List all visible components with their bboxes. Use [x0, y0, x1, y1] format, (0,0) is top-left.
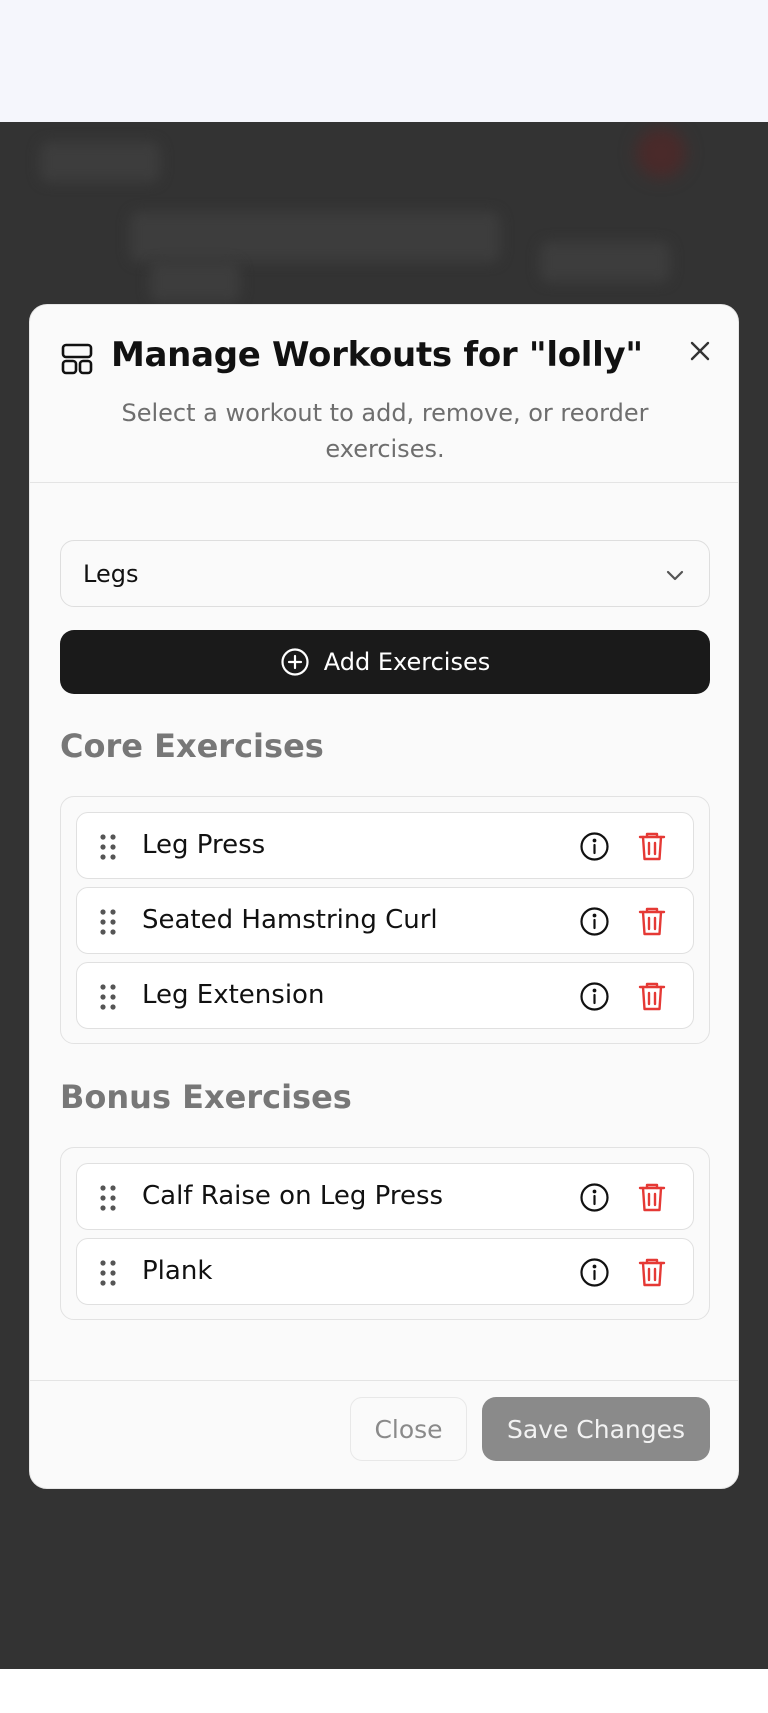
info-icon[interactable]: [579, 831, 610, 862]
exercise-row[interactable]: Leg Press: [76, 812, 694, 879]
close-icon[interactable]: [682, 333, 718, 369]
page-background-top: [0, 0, 768, 122]
drag-handle-icon[interactable]: [99, 983, 117, 1011]
page-background-bottom: [0, 1669, 768, 1713]
trash-icon[interactable]: [637, 1256, 667, 1288]
manage-workouts-dialog: Manage Workouts for "lolly" Select a wor…: [29, 304, 739, 1489]
exercise-name: Calf Raise on Leg Press: [142, 1181, 444, 1211]
info-icon[interactable]: [579, 906, 610, 937]
core-exercises-title: Core Exercises: [60, 727, 324, 765]
close-button[interactable]: Close: [350, 1397, 467, 1461]
blurred-background-heading: [130, 212, 500, 262]
exercise-name: Leg Press: [142, 830, 266, 860]
dialog-title: Manage Workouts for "lolly": [111, 335, 643, 375]
core-exercises-list: Leg Press Seated Hamstring Curl Leg Exte…: [60, 796, 710, 1044]
save-changes-button[interactable]: Save Changes: [482, 1397, 710, 1461]
plus-circle-icon: [281, 648, 309, 676]
workout-select[interactable]: Legs: [60, 540, 710, 607]
exercise-row[interactable]: Seated Hamstring Curl: [76, 887, 694, 954]
info-icon[interactable]: [579, 981, 610, 1012]
exercise-name: Plank: [142, 1256, 213, 1286]
layout-icon: [61, 343, 93, 375]
drag-handle-icon[interactable]: [99, 1259, 117, 1287]
blurred-background-element: [150, 262, 240, 302]
trash-icon[interactable]: [637, 905, 667, 937]
add-exercises-button[interactable]: Add Exercises: [60, 630, 710, 694]
exercise-row[interactable]: Plank: [76, 1238, 694, 1305]
drag-handle-icon[interactable]: [99, 1184, 117, 1212]
trash-icon[interactable]: [637, 1181, 667, 1213]
blurred-background-avatar: [636, 128, 686, 178]
exercise-row[interactable]: Calf Raise on Leg Press: [76, 1163, 694, 1230]
trash-icon[interactable]: [637, 980, 667, 1012]
workout-select-value: Legs: [83, 559, 139, 588]
drag-handle-icon[interactable]: [99, 833, 117, 861]
exercise-row[interactable]: Leg Extension: [76, 962, 694, 1029]
bonus-exercises-list: Calf Raise on Leg Press Plank: [60, 1147, 710, 1320]
blurred-background-element: [540, 242, 670, 282]
dialog-footer: Close Save Changes: [30, 1380, 738, 1490]
dialog-subtitle: Select a workout to add, remove, or reor…: [121, 399, 649, 463]
dialog-header: Manage Workouts for "lolly" Select a wor…: [30, 305, 738, 483]
exercise-name: Seated Hamstring Curl: [142, 905, 438, 935]
info-icon[interactable]: [579, 1182, 610, 1213]
chevron-down-icon: [666, 570, 684, 581]
drag-handle-icon[interactable]: [99, 908, 117, 936]
trash-icon[interactable]: [637, 830, 667, 862]
bonus-exercises-title: Bonus Exercises: [60, 1078, 352, 1116]
blurred-background-element: [40, 142, 160, 182]
exercise-name: Leg Extension: [142, 980, 325, 1010]
info-icon[interactable]: [579, 1257, 610, 1288]
add-exercises-label: Add Exercises: [323, 648, 491, 676]
